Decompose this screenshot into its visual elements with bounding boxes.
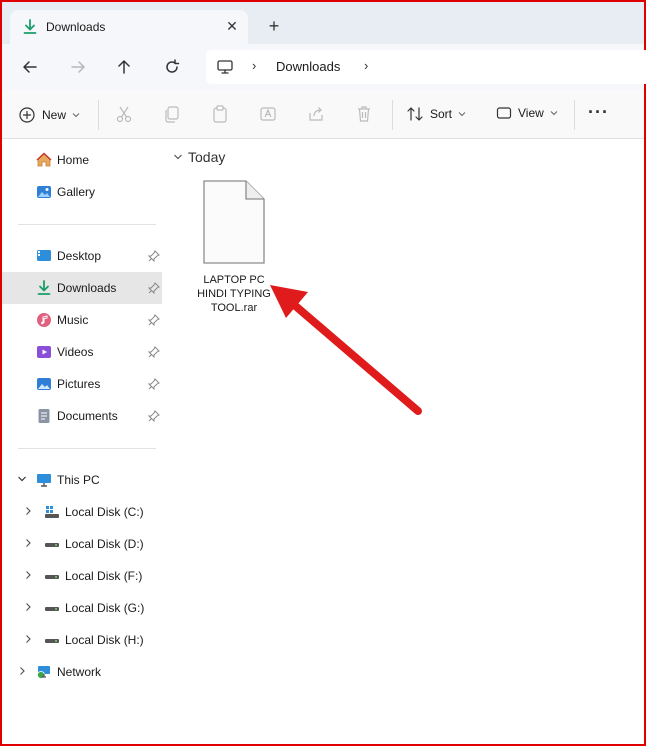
annotation-arrow bbox=[270, 285, 422, 415]
